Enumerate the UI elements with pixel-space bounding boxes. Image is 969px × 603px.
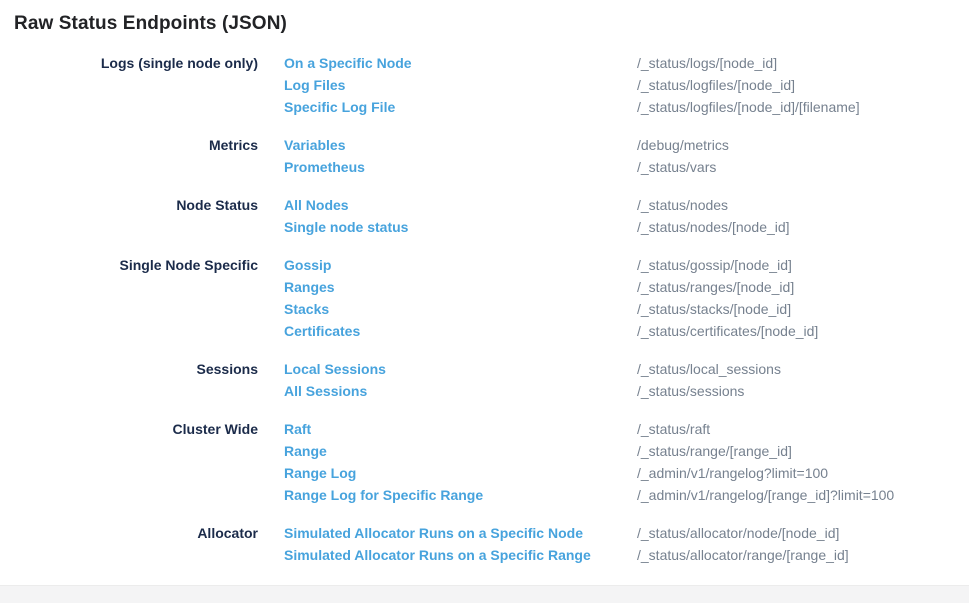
endpoint-path: /_status/certificates/[node_id] <box>637 320 969 342</box>
endpoint-row: Raft /_status/raft <box>284 418 969 440</box>
category-label: Cluster Wide <box>0 418 258 440</box>
endpoint-path: /_status/logfiles/[node_id]/[filename] <box>637 96 969 118</box>
endpoint-link[interactable]: Log Files <box>284 74 637 96</box>
endpoint-row: Gossip /_status/gossip/[node_id] <box>284 254 969 276</box>
endpoint-link[interactable]: Prometheus <box>284 156 637 178</box>
endpoint-link[interactable]: Single node status <box>284 216 637 238</box>
endpoint-path: /_status/range/[range_id] <box>637 440 969 462</box>
endpoint-link[interactable]: Variables <box>284 134 637 156</box>
endpoint-row: Local Sessions /_status/local_sessions <box>284 358 969 380</box>
page-bottom-strip <box>0 585 969 603</box>
endpoint-link[interactable]: All Nodes <box>284 194 637 216</box>
endpoint-row: Single node status /_status/nodes/[node_… <box>284 216 969 238</box>
endpoint-row: Stacks /_status/stacks/[node_id] <box>284 298 969 320</box>
endpoint-row: Specific Log File /_status/logfiles/[nod… <box>284 96 969 118</box>
endpoint-link[interactable]: Simulated Allocator Runs on a Specific R… <box>284 544 637 566</box>
endpoint-path: /_status/gossip/[node_id] <box>637 254 969 276</box>
group-sessions: Sessions Local Sessions /_status/local_s… <box>0 358 969 402</box>
endpoint-link[interactable]: On a Specific Node <box>284 52 637 74</box>
raw-status-endpoints-page: Raw Status Endpoints (JSON) Logs (single… <box>0 0 969 603</box>
page-title: Raw Status Endpoints (JSON) <box>0 0 969 36</box>
group-rows: Raft /_status/raft Range /_status/range/… <box>258 418 969 506</box>
endpoint-path: /_status/stacks/[node_id] <box>637 298 969 320</box>
endpoint-link[interactable]: Range Log <box>284 462 637 484</box>
endpoint-row: All Sessions /_status/sessions <box>284 380 969 402</box>
endpoint-link[interactable]: Simulated Allocator Runs on a Specific N… <box>284 522 637 544</box>
endpoint-row: Ranges /_status/ranges/[node_id] <box>284 276 969 298</box>
endpoint-link[interactable]: Range <box>284 440 637 462</box>
endpoint-row: Range /_status/range/[range_id] <box>284 440 969 462</box>
category-label: Node Status <box>0 194 258 216</box>
group-logs: Logs (single node only) On a Specific No… <box>0 52 969 118</box>
endpoint-path: /_admin/v1/rangelog?limit=100 <box>637 462 969 484</box>
endpoint-path: /_status/nodes/[node_id] <box>637 216 969 238</box>
endpoint-path: /_status/vars <box>637 156 969 178</box>
endpoint-path: /debug/metrics <box>637 134 969 156</box>
endpoint-link[interactable]: Local Sessions <box>284 358 637 380</box>
endpoint-row: Range Log /_admin/v1/rangelog?limit=100 <box>284 462 969 484</box>
endpoint-row: Certificates /_status/certificates/[node… <box>284 320 969 342</box>
group-node-status: Node Status All Nodes /_status/nodes Sin… <box>0 194 969 238</box>
endpoint-row: Variables /debug/metrics <box>284 134 969 156</box>
category-label: Single Node Specific <box>0 254 258 276</box>
group-rows: On a Specific Node /_status/logs/[node_i… <box>258 52 969 118</box>
endpoint-row: Simulated Allocator Runs on a Specific N… <box>284 522 969 544</box>
endpoint-path: /_status/allocator/range/[range_id] <box>637 544 969 566</box>
category-label: Metrics <box>0 134 258 156</box>
endpoint-path: /_status/logs/[node_id] <box>637 52 969 74</box>
endpoint-row: Simulated Allocator Runs on a Specific R… <box>284 544 969 566</box>
endpoint-link[interactable]: Stacks <box>284 298 637 320</box>
endpoint-path: /_status/allocator/node/[node_id] <box>637 522 969 544</box>
group-rows: Local Sessions /_status/local_sessions A… <box>258 358 969 402</box>
endpoint-row: Range Log for Specific Range /_admin/v1/… <box>284 484 969 506</box>
group-rows: Variables /debug/metrics Prometheus /_st… <box>258 134 969 178</box>
endpoint-groups: Logs (single node only) On a Specific No… <box>0 52 969 566</box>
endpoint-row: On a Specific Node /_status/logs/[node_i… <box>284 52 969 74</box>
endpoint-path: /_status/raft <box>637 418 969 440</box>
endpoint-path: /_status/sessions <box>637 380 969 402</box>
endpoint-path: /_status/local_sessions <box>637 358 969 380</box>
category-label: Allocator <box>0 522 258 544</box>
endpoint-link[interactable]: Ranges <box>284 276 637 298</box>
endpoint-path: /_status/logfiles/[node_id] <box>637 74 969 96</box>
endpoint-path: /_admin/v1/rangelog/[range_id]?limit=100 <box>637 484 969 506</box>
endpoint-path: /_status/ranges/[node_id] <box>637 276 969 298</box>
endpoint-link[interactable]: Range Log for Specific Range <box>284 484 637 506</box>
group-rows: Gossip /_status/gossip/[node_id] Ranges … <box>258 254 969 342</box>
group-rows: Simulated Allocator Runs on a Specific N… <box>258 522 969 566</box>
group-cluster-wide: Cluster Wide Raft /_status/raft Range /_… <box>0 418 969 506</box>
endpoint-link[interactable]: Raft <box>284 418 637 440</box>
group-rows: All Nodes /_status/nodes Single node sta… <box>258 194 969 238</box>
endpoint-row: Prometheus /_status/vars <box>284 156 969 178</box>
endpoint-row: All Nodes /_status/nodes <box>284 194 969 216</box>
endpoint-row: Log Files /_status/logfiles/[node_id] <box>284 74 969 96</box>
group-allocator: Allocator Simulated Allocator Runs on a … <box>0 522 969 566</box>
endpoint-link[interactable]: All Sessions <box>284 380 637 402</box>
group-metrics: Metrics Variables /debug/metrics Prometh… <box>0 134 969 178</box>
endpoint-path: /_status/nodes <box>637 194 969 216</box>
group-single-node-specific: Single Node Specific Gossip /_status/gos… <box>0 254 969 342</box>
endpoint-link[interactable]: Certificates <box>284 320 637 342</box>
endpoint-link[interactable]: Specific Log File <box>284 96 637 118</box>
endpoint-link[interactable]: Gossip <box>284 254 637 276</box>
category-label: Logs (single node only) <box>0 52 258 74</box>
category-label: Sessions <box>0 358 258 380</box>
